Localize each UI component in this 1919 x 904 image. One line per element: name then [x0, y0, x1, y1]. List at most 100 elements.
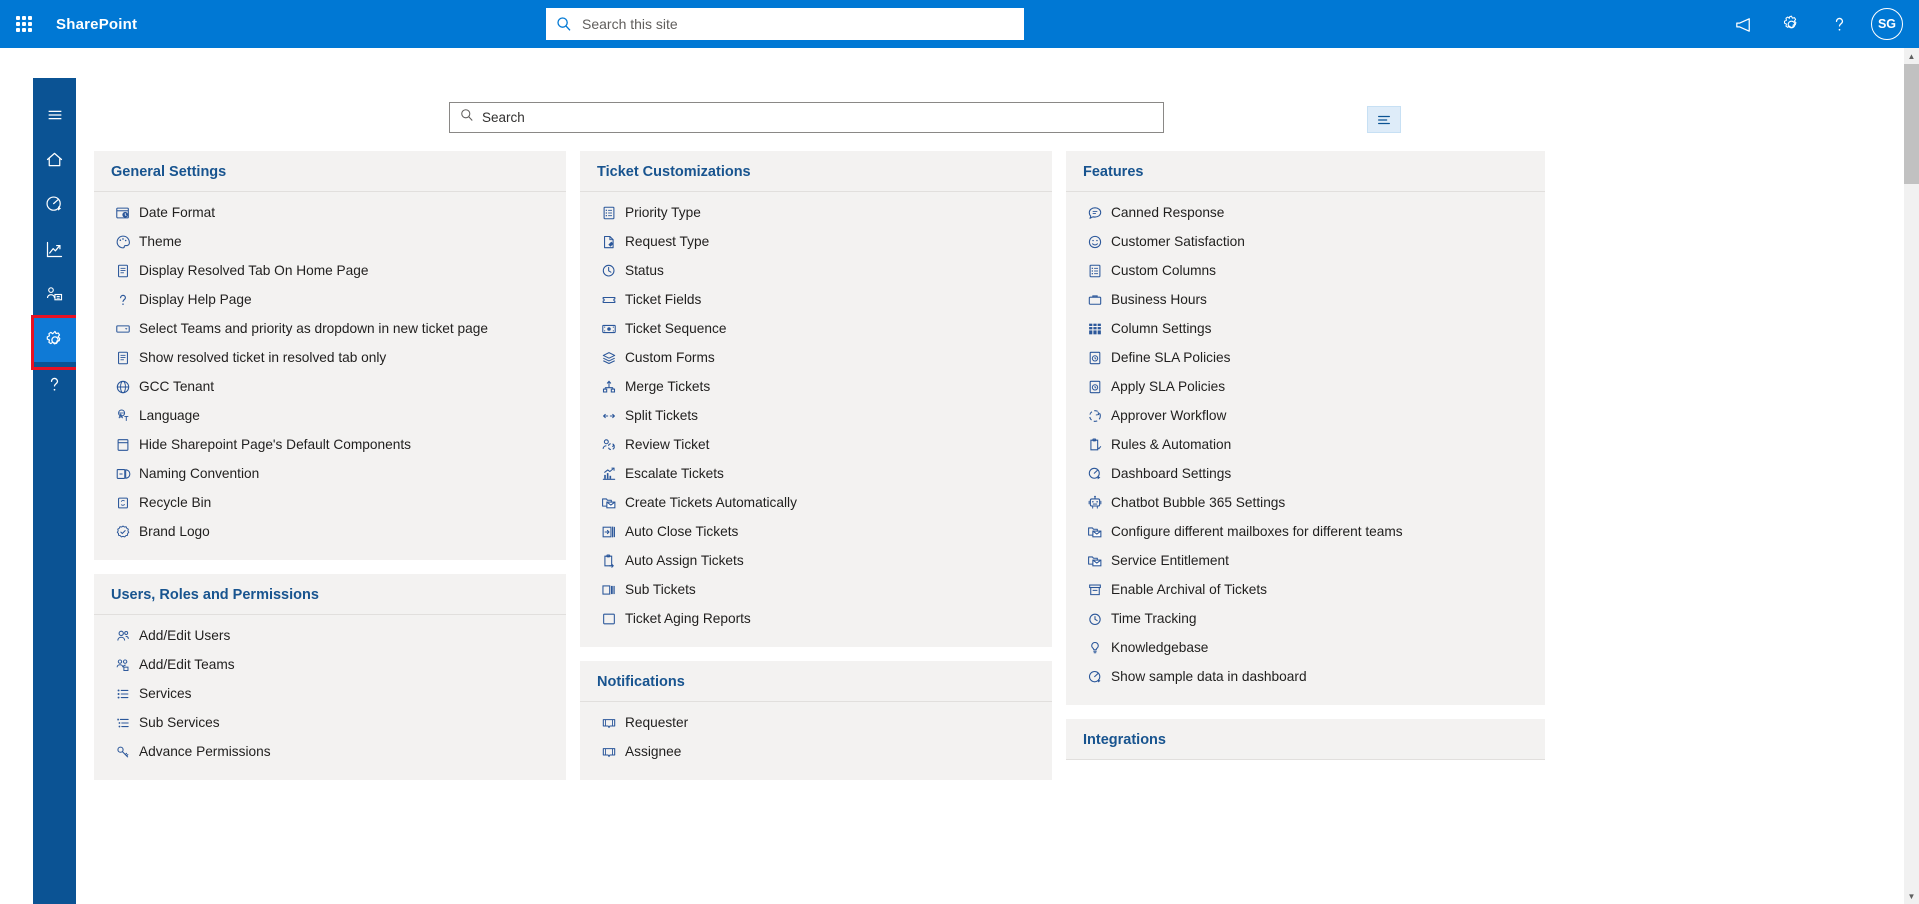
sequence-icon — [600, 320, 617, 337]
waffle-icon — [16, 16, 32, 32]
list-item[interactable]: Ticket Sequence — [580, 314, 1052, 343]
scroll-up-arrow[interactable]: ▲ — [1904, 48, 1919, 64]
gear-icon[interactable] — [1771, 4, 1811, 44]
list-item[interactable]: Business Hours — [1066, 285, 1545, 314]
list-item[interactable]: Hide Sharepoint Page's Default Component… — [94, 430, 566, 459]
list-item[interactable]: Customer Satisfaction — [1066, 227, 1545, 256]
list-item[interactable]: Show resolved ticket in resolved tab onl… — [94, 343, 566, 372]
card-title: Features — [1066, 151, 1545, 192]
list-item[interactable]: GCC Tenant — [94, 372, 566, 401]
list-item[interactable]: Column Settings — [1066, 314, 1545, 343]
filter-icon — [1378, 115, 1390, 124]
list-item[interactable]: Naming Convention — [94, 459, 566, 488]
list-item[interactable]: Approver Workflow — [1066, 401, 1545, 430]
filter-button[interactable] — [1367, 106, 1401, 133]
app-launcher-button[interactable] — [0, 0, 48, 48]
briefcase-icon — [1086, 291, 1103, 308]
list-item[interactable]: Advance Permissions — [94, 737, 566, 766]
help-icon[interactable] — [1819, 4, 1859, 44]
list-item[interactable]: Service Entitlement — [1066, 546, 1545, 575]
list-item[interactable]: Auto Close Tickets — [580, 517, 1052, 546]
list-item[interactable]: Define SLA Policies — [1066, 343, 1545, 372]
sample-data-icon — [1086, 668, 1103, 685]
sidebar-item-menu[interactable] — [33, 92, 76, 137]
globe-icon — [114, 378, 131, 395]
suite-search-box[interactable]: Search this site — [546, 8, 1024, 40]
settings-columns: General Settings Date Format Theme Displ… — [86, 151, 1904, 904]
list-item[interactable]: Configure different mailboxes for differ… — [1066, 517, 1545, 546]
badge-icon — [114, 523, 131, 540]
dropdown-icon — [114, 320, 131, 337]
list-item[interactable]: Split Tickets — [580, 401, 1052, 430]
custom-columns-icon — [1086, 262, 1103, 279]
list-item[interactable]: Show sample data in dashboard — [1066, 662, 1545, 691]
list-item[interactable]: Apply SLA Policies — [1066, 372, 1545, 401]
list-item[interactable]: Add/Edit Users — [94, 621, 566, 650]
list-item[interactable]: Services — [94, 679, 566, 708]
list-item[interactable]: Merge Tickets — [580, 372, 1052, 401]
scroll-down-arrow[interactable]: ▼ — [1904, 888, 1919, 904]
list-item[interactable]: Theme — [94, 227, 566, 256]
list-item[interactable]: Display Help Page — [94, 285, 566, 314]
archive-icon — [1086, 581, 1103, 598]
list-item[interactable]: Sub Tickets — [580, 575, 1052, 604]
list-item[interactable]: Add/Edit Teams — [94, 650, 566, 679]
sidebar-item-dashboard[interactable] — [33, 182, 76, 227]
card-features: Features Canned Response Customer Satisf… — [1066, 151, 1545, 705]
list-item[interactable]: Priority Type — [580, 198, 1052, 227]
list-item[interactable]: Escalate Tickets — [580, 459, 1052, 488]
list-item[interactable]: Dashboard Settings — [1066, 459, 1545, 488]
list-item[interactable]: Ticket Fields — [580, 285, 1052, 314]
list-item[interactable]: Knowledgebase — [1066, 633, 1545, 662]
megaphone-icon[interactable] — [1723, 4, 1763, 44]
sidebar-item-help[interactable] — [33, 362, 76, 407]
sla-icon — [1086, 378, 1103, 395]
sub-tickets-icon — [600, 581, 617, 598]
list-item[interactable]: Review Ticket — [580, 430, 1052, 459]
sidebar-item-reports[interactable] — [33, 227, 76, 272]
card-items: Date Format Theme Display Resolved Tab O… — [94, 192, 566, 560]
list-item[interactable]: Rules & Automation — [1066, 430, 1545, 459]
list-item[interactable]: Sub Services — [94, 708, 566, 737]
recycle-bin-icon — [114, 494, 131, 511]
suite-title[interactable]: SharePoint — [56, 16, 137, 33]
list-item[interactable]: Select Teams and priority as dropdown in… — [94, 314, 566, 343]
list-item[interactable]: Date Format — [94, 198, 566, 227]
sidebar-item-teams[interactable] — [33, 272, 76, 317]
column-ticket: Ticket Customizations Priority Type Requ… — [580, 151, 1052, 904]
list-item[interactable]: Brand Logo — [94, 517, 566, 546]
list-item[interactable]: Canned Response — [1066, 198, 1545, 227]
list-item[interactable]: Auto Assign Tickets — [580, 546, 1052, 575]
list-item[interactable]: Request Type — [580, 227, 1052, 256]
list-item[interactable]: Ticket Aging Reports — [580, 604, 1052, 633]
list-item[interactable]: Enable Archival of Tickets — [1066, 575, 1545, 604]
list-item[interactable]: Custom Forms — [580, 343, 1052, 372]
card-title: Ticket Customizations — [580, 151, 1052, 192]
scrollbar-thumb[interactable] — [1904, 64, 1919, 184]
time-icon — [1086, 610, 1103, 627]
sidebar-item-home[interactable] — [33, 137, 76, 182]
merge-icon — [600, 378, 617, 395]
hamburger-menu-icon — [48, 110, 61, 119]
list-item[interactable]: Assignee — [580, 737, 1052, 766]
list-item[interactable]: Status — [580, 256, 1052, 285]
key-icon — [114, 743, 131, 760]
clock-icon — [600, 262, 617, 279]
list-item[interactable]: Time Tracking — [1066, 604, 1545, 633]
list-item[interactable]: Display Resolved Tab On Home Page — [94, 256, 566, 285]
search-input[interactable]: Search — [449, 101, 1164, 133]
card-items: Priority Type Request Type Status Ticket… — [580, 192, 1052, 647]
list-icon — [114, 685, 131, 702]
list-item[interactable]: Chatbot Bubble 365 Settings — [1066, 488, 1545, 517]
sidebar-item-settings[interactable] — [31, 315, 84, 370]
list-item[interactable]: Create Tickets Automatically — [580, 488, 1052, 517]
list-item[interactable]: Custom Columns — [1066, 256, 1545, 285]
naming-icon — [114, 465, 131, 482]
avatar[interactable]: SG — [1871, 8, 1903, 40]
layers-icon — [600, 349, 617, 366]
list-item[interactable]: Requester — [580, 708, 1052, 737]
ticket-icon — [600, 291, 617, 308]
list-item[interactable]: Language — [94, 401, 566, 430]
list-item[interactable]: Recycle Bin — [94, 488, 566, 517]
vertical-scrollbar[interactable]: ▲ ▼ — [1904, 48, 1919, 904]
